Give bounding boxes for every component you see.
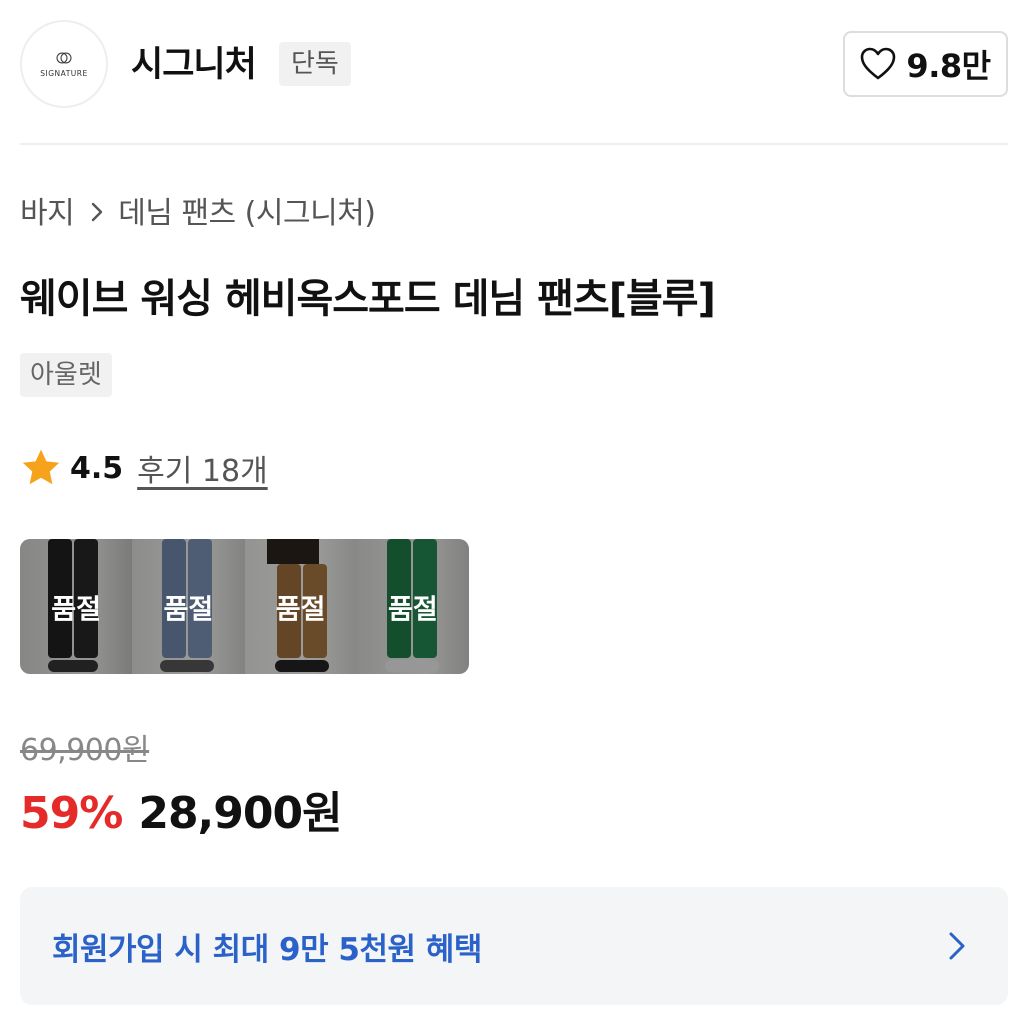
like-count: 9.8만 xyxy=(906,47,991,85)
soldout-label: 품절 xyxy=(163,594,214,625)
benefit-text: 회원가입 시 최대 9만 5천원 혜택 xyxy=(52,931,482,968)
heart-icon xyxy=(861,47,896,80)
soldout-label: 품절 xyxy=(51,594,101,625)
price-row: 59% 28,900원 xyxy=(20,777,343,841)
discount-rate: 59% xyxy=(20,788,123,839)
rating-score: 4.5 xyxy=(70,450,124,486)
brand-logo[interactable]: SIGNATURE xyxy=(20,20,108,108)
chevron-right-icon xyxy=(949,932,965,960)
soldout-label: 품절 xyxy=(388,594,438,625)
brand-logo-text: SIGNATURE xyxy=(40,69,88,78)
original-price: 69,900원 xyxy=(20,733,150,768)
breadcrumb: 바지 데님 팬츠 (시그니처) xyxy=(20,192,376,236)
soldout-label: 품절 xyxy=(275,594,326,625)
brand-name[interactable]: 시그니처 xyxy=(131,40,257,90)
brand-mark-icon xyxy=(56,52,72,64)
breadcrumb-item-pants[interactable]: 바지 xyxy=(20,192,75,236)
rating: 4.5 후기 18개 xyxy=(20,446,268,490)
chevron-right-icon xyxy=(90,192,104,236)
star-icon xyxy=(22,449,60,485)
review-link[interactable]: 후기 18개 xyxy=(137,446,268,490)
like-button[interactable]: 9.8만 xyxy=(843,31,1008,97)
outlet-tag: 아울렛 xyxy=(20,353,112,397)
color-option-black[interactable]: 품절 xyxy=(20,539,133,674)
breadcrumb-item-denim[interactable]: 데님 팬츠 (시그니처) xyxy=(118,192,376,236)
color-options: 품절 품절 품절 품절 xyxy=(20,539,469,674)
color-option-brown[interactable]: 품절 xyxy=(244,539,357,674)
product-page: SIGNATURE 시그니처 단독 9.8만 바지 데님 팬츠 (시그니처) 웨… xyxy=(0,0,1029,1029)
color-option-blue[interactable]: 품절 xyxy=(132,539,245,674)
sale-price: 28,900원 xyxy=(138,788,342,839)
signup-benefit-banner[interactable]: 회원가입 시 최대 9만 5천원 혜택 xyxy=(20,887,1008,1005)
product-title: 웨이브 워싱 헤비옥스포드 데님 팬츠[블루] xyxy=(20,276,716,322)
exclusive-badge: 단독 xyxy=(279,42,351,86)
header-divider xyxy=(20,143,1008,145)
color-option-green[interactable]: 품절 xyxy=(356,539,469,674)
